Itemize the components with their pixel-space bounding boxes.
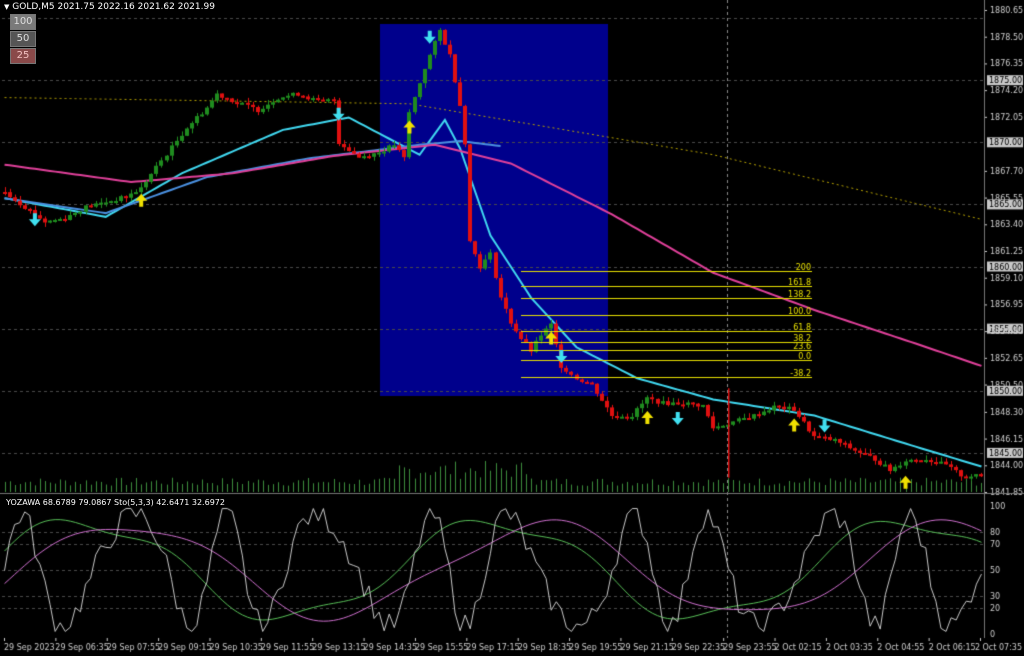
zoom-button-100[interactable]: 100: [10, 14, 36, 30]
zoom-button-50[interactable]: 50: [10, 31, 36, 47]
zoom-button-25[interactable]: 25: [10, 48, 36, 64]
triangle-down-icon[interactable]: ▼: [4, 3, 9, 11]
price-chart-canvas[interactable]: [0, 0, 1024, 656]
oscillator-title: YOZAWA 68.6789 79.0867 Sto(5,3,3) 42.647…: [6, 498, 225, 507]
chart-header: ▼ GOLD,M5 2021.75 2022.16 2021.62 2021.9…: [4, 2, 215, 12]
symbol-line: GOLD,M5 2021.75 2022.16 2021.62 2021.99: [12, 2, 215, 12]
